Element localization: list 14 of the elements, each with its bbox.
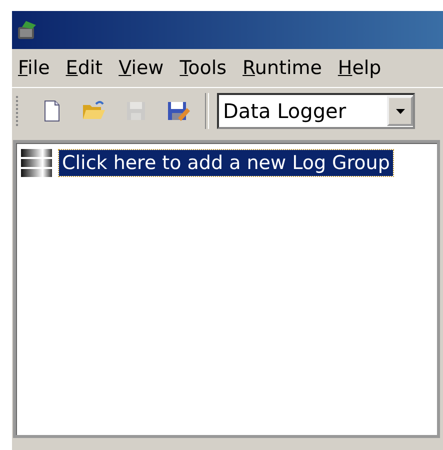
folder-icon <box>82 100 106 122</box>
log-group-icon <box>21 149 52 177</box>
app-icon <box>16 19 38 41</box>
caret-icon <box>396 108 404 114</box>
floppy-pencil-icon <box>166 100 190 122</box>
menu-item[interactable]: Runtime <box>238 57 334 79</box>
menu-item[interactable]: Edit <box>62 57 115 79</box>
dropdown[interactable]: Data Logger <box>217 93 415 129</box>
menu-item[interactable]: Tools <box>176 57 239 79</box>
menu-item[interactable]: Help <box>334 57 394 79</box>
menu-item[interactable]: View <box>114 57 176 79</box>
menu-item[interactable]: File <box>14 57 62 79</box>
blank-page-icon <box>42 100 62 122</box>
tree-item[interactable]: Click here to add a new Log Group <box>59 150 393 176</box>
